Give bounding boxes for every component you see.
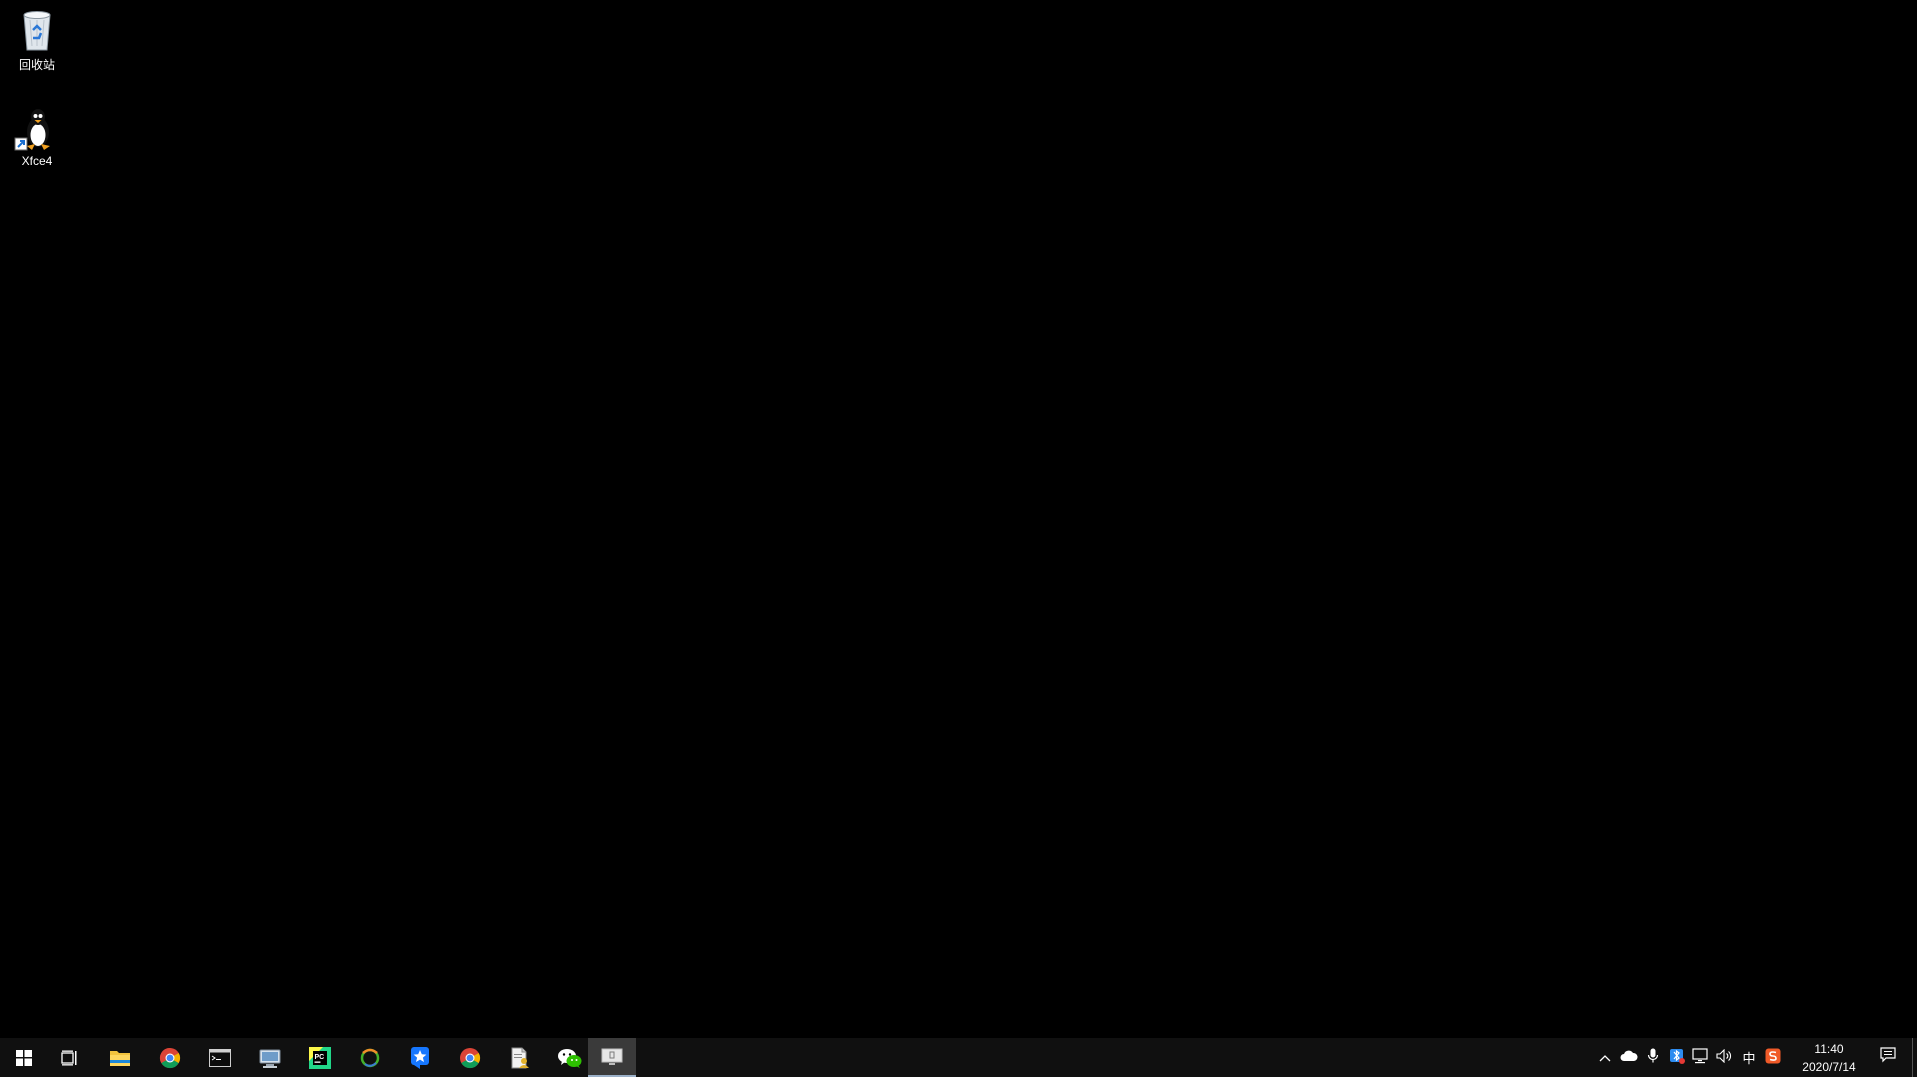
network-icon (1692, 1048, 1710, 1067)
task-view-button[interactable] (46, 1038, 94, 1077)
taskbar-wechat[interactable] (546, 1038, 594, 1077)
show-desktop-button[interactable] (1912, 1038, 1917, 1077)
pycharm-icon: PC (309, 1046, 331, 1069)
tray-volume[interactable] (1713, 1038, 1737, 1077)
taskbar-document-user[interactable] (496, 1038, 544, 1077)
chevron-up-icon (1599, 1050, 1611, 1065)
taskbar-display-app-active[interactable] (588, 1038, 636, 1077)
chrome-icon (159, 1047, 181, 1069)
onedrive-cloud-icon (1620, 1050, 1638, 1065)
taskbar-pycharm[interactable]: PC (296, 1038, 344, 1077)
taskbar-star-app[interactable] (396, 1038, 444, 1077)
taskbar: PC 中 11:40 2020/7/14 (0, 1038, 1917, 1077)
taskbar-clock[interactable]: 11:40 2020/7/14 (1793, 1038, 1865, 1077)
wechat-icon (557, 1047, 583, 1069)
taskbar-file-explorer[interactable] (96, 1038, 144, 1077)
chrome-icon (459, 1047, 481, 1069)
taskbar-anaconda[interactable] (346, 1038, 394, 1077)
taskbar-terminal[interactable] (196, 1038, 244, 1077)
sogou-icon (1765, 1048, 1781, 1067)
action-center-icon (1880, 1047, 1896, 1068)
desktop-icon-xfce4[interactable]: Xfce4 (0, 104, 74, 168)
desktop-icon-recycle-bin[interactable]: 回收站 (0, 6, 74, 73)
clock-time: 11:40 (1814, 1041, 1844, 1056)
tray-onedrive[interactable] (1617, 1038, 1641, 1077)
taskbar-chrome[interactable] (146, 1038, 194, 1077)
tray-input-method[interactable]: 中 (1737, 1038, 1761, 1077)
desktop-icon-label: 回收站 (18, 58, 55, 72)
task-view-icon (61, 1050, 79, 1066)
microphone-icon (1647, 1048, 1659, 1067)
action-center-button[interactable] (1870, 1038, 1906, 1077)
tray-microphone[interactable] (1641, 1038, 1665, 1077)
display-active-icon (600, 1047, 624, 1067)
terminal-icon (209, 1048, 231, 1067)
anaconda-icon (359, 1047, 381, 1069)
windows-start-icon (16, 1049, 32, 1066)
recycle-bin-icon (13, 6, 61, 54)
tray-network[interactable] (1689, 1038, 1713, 1077)
svg-text:PC: PC (315, 1054, 325, 1061)
remote-desktop-icon (258, 1047, 282, 1069)
taskbar-chrome-2[interactable] (446, 1038, 494, 1077)
tray-bluetooth-app[interactable] (1665, 1038, 1689, 1077)
desktop-icon-label: Xfce4 (21, 154, 53, 168)
tray-sogou[interactable] (1761, 1038, 1785, 1077)
volume-icon (1716, 1048, 1734, 1066)
tray-overflow-button[interactable] (1593, 1038, 1617, 1077)
star-app-icon (410, 1046, 430, 1070)
bluetooth-app-icon (1669, 1048, 1685, 1067)
clock-date: 2020/7/14 (1802, 1059, 1856, 1074)
taskbar-remote-desktop[interactable] (246, 1038, 294, 1077)
start-button[interactable] (0, 1038, 48, 1077)
desktop: 回收站 Xfce4 (0, 0, 1917, 1038)
file-explorer-icon (109, 1048, 131, 1068)
document-user-icon (509, 1047, 531, 1069)
linux-penguin-shortcut-icon (13, 104, 61, 152)
input-method-icon: 中 (1742, 1051, 1756, 1066)
